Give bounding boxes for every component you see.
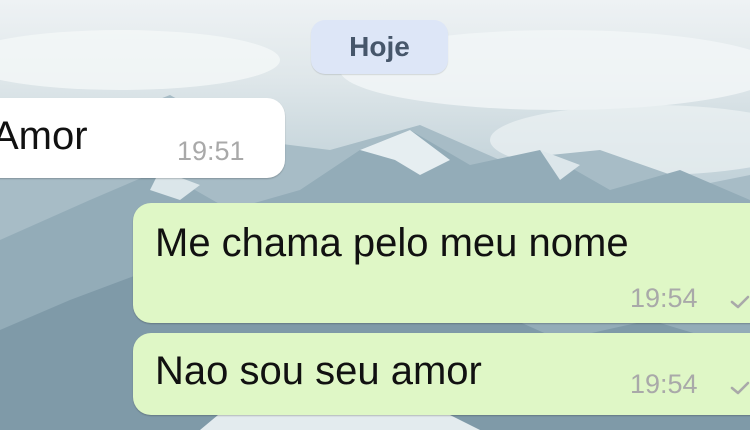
outgoing-message-bubble[interactable]: Me chama pelo meu nome 19:54: [133, 203, 750, 323]
outgoing-message-bubble[interactable]: Nao sou seu amor 19:54: [133, 333, 750, 415]
check-icon: [730, 381, 750, 395]
incoming-message-bubble[interactable]: Amor 19:51: [0, 98, 285, 178]
message-timestamp: 19:51: [177, 136, 245, 166]
message-text: Me chama pelo meu nome: [155, 221, 629, 265]
check-icon: [730, 295, 750, 309]
message-text: Amor: [0, 114, 88, 158]
message-timestamp: 19:54: [630, 369, 698, 399]
message-timestamp: 19:54: [630, 283, 698, 313]
date-separator-label: Hoje: [349, 31, 410, 62]
message-text: Nao sou seu amor: [155, 349, 482, 393]
date-separator: Hoje: [311, 20, 448, 74]
